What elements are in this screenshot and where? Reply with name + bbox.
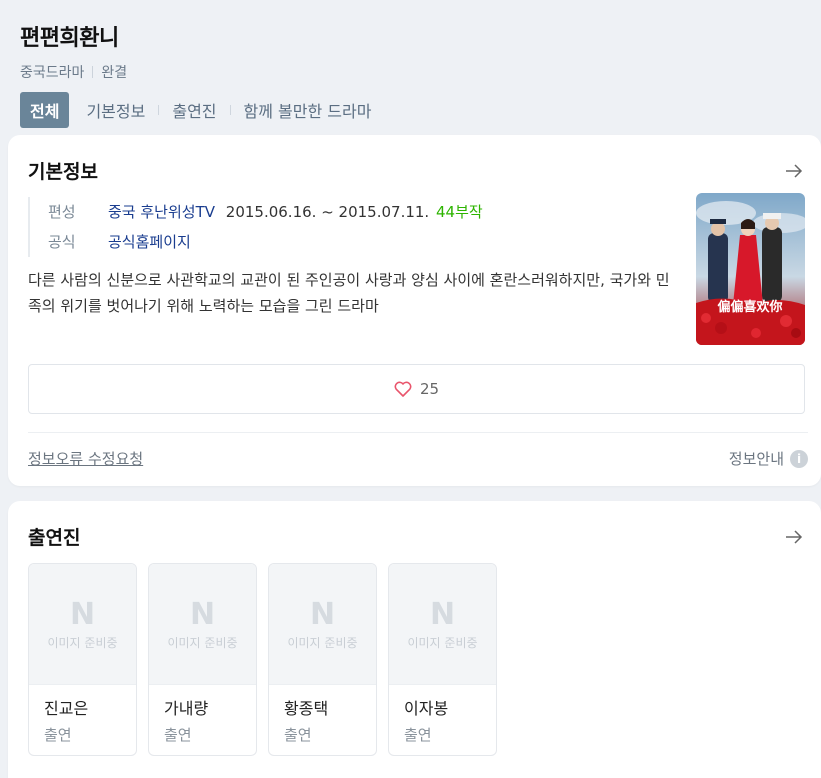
info-block: 편성 중국 후난위성TV 2015.06.16. ~ 2015.07.11. 4… bbox=[28, 197, 678, 319]
placeholder-text: 이미지 준비중 bbox=[47, 635, 118, 650]
subtitle-divider bbox=[92, 66, 94, 78]
cast-name: 황종택 bbox=[284, 699, 329, 718]
naver-logo-icon: N bbox=[429, 596, 456, 632]
page-title: 편편희환니 bbox=[20, 26, 119, 51]
official-label: 공식 bbox=[48, 233, 76, 251]
cast-placeholder-image: N 이미지 준비중 bbox=[269, 564, 376, 685]
naver-logo-icon: N bbox=[69, 596, 96, 632]
naver-logo-icon: N bbox=[309, 596, 336, 632]
like-button[interactable]: 25 bbox=[28, 364, 805, 414]
tab-basic-info[interactable]: 기본정보 bbox=[86, 92, 145, 128]
arrow-right-icon[interactable] bbox=[785, 529, 803, 544]
cast-name: 이자봉 bbox=[404, 699, 449, 718]
report-error-link[interactable]: 정보오류 수정요청 bbox=[28, 448, 143, 469]
cast-role: 출연 bbox=[164, 726, 192, 744]
cast-list: N 이미지 준비중 진교은 출연 N 이미지 준비중 가내량 출연 N 이미지 … bbox=[28, 563, 497, 756]
info-guide-button[interactable]: 정보안내 i bbox=[729, 448, 808, 469]
cast-member-card[interactable]: N 이미지 준비중 이자봉 출연 bbox=[388, 563, 497, 756]
poster-title-text: 偏偏喜欢你 bbox=[717, 299, 782, 315]
info-guide-label: 정보안내 bbox=[728, 450, 784, 468]
placeholder-text: 이미지 준비중 bbox=[167, 635, 238, 650]
tab-bar: 전체 기본정보 출연진 함께 볼만한 드라마 bbox=[20, 92, 801, 128]
status-label: 완결 bbox=[101, 65, 128, 81]
placeholder-text: 이미지 준비중 bbox=[287, 635, 358, 650]
cast-placeholder-image: N 이미지 준비중 bbox=[29, 564, 136, 685]
tab-cast[interactable]: 출연진 bbox=[172, 92, 216, 128]
broadcast-period: 2015.06.16. ~ 2015.07.11. bbox=[225, 203, 430, 221]
cast-placeholder-image: N 이미지 준비중 bbox=[149, 564, 256, 685]
info-icon: i bbox=[790, 449, 808, 468]
cast-role: 출연 bbox=[284, 726, 312, 744]
broadcast-row: 편성 중국 후난위성TV 2015.06.16. ~ 2015.07.11. 4… bbox=[48, 197, 678, 227]
basic-info-card: 기본정보 편성 중국 후난위성TV 2015.06.16. ~ 2015.07.… bbox=[8, 135, 821, 486]
cast-title: 출연진 bbox=[28, 527, 81, 549]
tab-divider bbox=[158, 105, 160, 115]
heart-icon bbox=[394, 381, 412, 397]
cast-card: 출연진 N 이미지 준비중 진교은 출연 N 이미지 준비중 가내량 출연 N … bbox=[8, 501, 821, 778]
poster-illustration: 偏偏喜欢你 bbox=[696, 193, 805, 345]
official-row: 공식 공식홈페이지 bbox=[48, 227, 678, 257]
tab-all[interactable]: 전체 bbox=[20, 92, 70, 128]
cast-role: 출연 bbox=[44, 726, 72, 744]
cast-member-card[interactable]: N 이미지 준비중 진교은 출연 bbox=[28, 563, 137, 756]
subtitle: 중국드라마 완결 bbox=[20, 62, 801, 82]
cast-member-card[interactable]: N 이미지 준비중 가내량 출연 bbox=[148, 563, 257, 756]
tab-recommended[interactable]: 함께 볼만한 드라마 bbox=[244, 92, 372, 128]
cast-member-card[interactable]: N 이미지 준비중 황종택 출연 bbox=[268, 563, 377, 756]
tab-divider bbox=[229, 105, 231, 115]
poster-image[interactable]: 偏偏喜欢你 bbox=[696, 193, 805, 345]
official-homepage-link[interactable]: 공식홈페이지 bbox=[108, 227, 191, 257]
description: 다른 사람의 신분으로 사관학교의 교관이 된 주인공이 사랑과 양심 사이에 … bbox=[28, 271, 670, 315]
broadcast-channel-link[interactable]: 중국 후난위성TV bbox=[108, 203, 215, 221]
cast-placeholder-image: N 이미지 준비중 bbox=[389, 564, 496, 685]
like-count: 25 bbox=[419, 380, 440, 398]
broadcast-label: 편성 bbox=[48, 203, 76, 221]
genre-label[interactable]: 중국드라마 bbox=[20, 62, 84, 82]
cast-role: 출연 bbox=[404, 726, 432, 744]
naver-logo-icon: N bbox=[189, 596, 216, 632]
placeholder-text: 이미지 준비중 bbox=[407, 635, 478, 650]
arrow-right-icon[interactable] bbox=[785, 163, 803, 178]
episode-count: 44부작 bbox=[435, 203, 483, 221]
cast-name: 가내량 bbox=[164, 699, 209, 718]
basic-info-title: 기본정보 bbox=[28, 161, 98, 183]
card-footer: 정보오류 수정요청 정보안내 i bbox=[28, 432, 808, 469]
page-header: 편편희환니 중국드라마 완결 전체 기본정보 출연진 함께 볼만한 드라마 bbox=[0, 0, 821, 130]
cast-name: 진교은 bbox=[44, 699, 89, 718]
